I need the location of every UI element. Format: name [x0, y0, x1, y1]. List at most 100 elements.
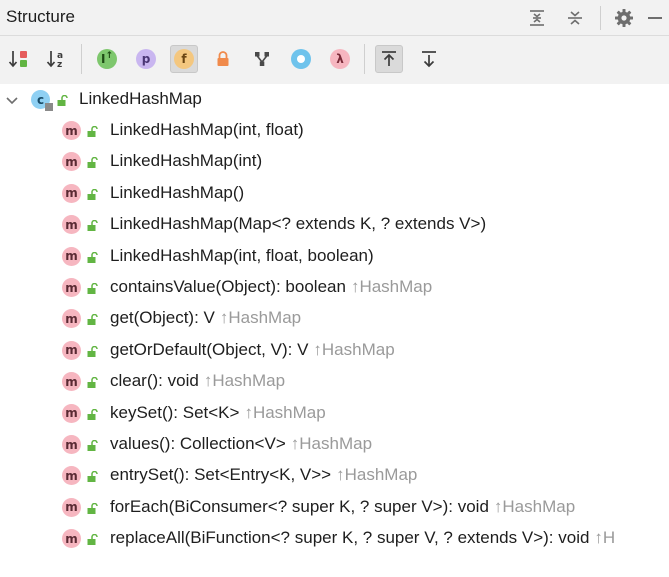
anonymous-class-icon: [291, 49, 311, 69]
inherited-from: ↑HashMap: [493, 496, 576, 516]
autoscroll-to-source-button[interactable]: [375, 45, 403, 73]
inherited-from: ↑HashMap: [219, 308, 302, 328]
sort-alphabetically-button[interactable]: a z: [43, 45, 71, 73]
tree-member-row[interactable]: m entrySet(): Set<Entry<K, V>> ↑HashMap: [0, 460, 669, 491]
tree-member-row[interactable]: m LinkedHashMap(Map<? extends K, ? extend…: [0, 209, 669, 240]
tree-member-row[interactable]: m keySet(): Set<K> ↑HashMap: [0, 398, 669, 429]
method-icon: m: [62, 309, 81, 329]
inherited-from: ↑HashMap: [244, 402, 326, 422]
panel-title: Structure: [6, 7, 75, 26]
member-signature: containsValue(Object): boolean: [110, 277, 346, 296]
tree-member-row[interactable]: m values(): Collection<V> ↑HashMap: [0, 429, 669, 460]
inherited-from: ↑HashMap: [290, 434, 373, 453]
member-signature: get(Object): V: [110, 308, 215, 328]
public-lock-icon: [57, 95, 68, 106]
lock-icon: [217, 51, 229, 66]
public-lock-icon: [87, 377, 98, 389]
settings-gear-icon[interactable]: [613, 7, 635, 29]
hierarchy-icon: [255, 52, 269, 66]
field-icon: f: [174, 49, 194, 69]
class-label: LinkedHashMap: [79, 89, 202, 108]
method-icon: m: [62, 529, 81, 549]
public-lock-icon: [87, 251, 98, 263]
member-signature: LinkedHashMap(Map<? extends K, ? extends…: [110, 214, 487, 234]
toolbar-separator: [364, 44, 365, 74]
method-icon: m: [62, 152, 81, 172]
show-hierarchy-button[interactable]: [248, 45, 276, 73]
show-properties-button[interactable]: p: [132, 45, 160, 73]
tree-member-row[interactable]: m LinkedHashMap(int, float, boolean): [0, 241, 669, 272]
lambda-icon: λ: [330, 49, 350, 69]
member-signature: clear(): void: [110, 371, 199, 391]
scroll-from-source-icon: [422, 51, 436, 68]
tree-member-row[interactable]: m clear(): void ↑HashMap: [0, 366, 669, 397]
scroll-to-source-icon: [382, 51, 396, 66]
method-icon: m: [62, 246, 81, 266]
member-signature: LinkedHashMap(int, float, boolean): [110, 245, 374, 265]
inherited-from: ↑HashMap: [336, 465, 418, 485]
inherited-from: ↑HashMap: [313, 339, 395, 359]
tree-member-row[interactable]: m LinkedHashMap(int): [0, 146, 669, 177]
public-lock-icon: [87, 440, 98, 451]
chevron-down-icon[interactable]: [6, 93, 18, 111]
member-signature: entrySet(): Set<Entry<K, V>>: [110, 465, 332, 485]
method-icon: m: [62, 215, 81, 235]
method-icon: m: [62, 372, 81, 392]
method-icon: m: [62, 340, 81, 360]
method-icon: m: [62, 466, 81, 486]
class-lock-overlay-icon: [45, 103, 53, 111]
method-icon: m: [62, 403, 81, 423]
public-lock-icon: [87, 314, 98, 326]
member-signature: LinkedHashMap(): [110, 182, 245, 202]
sort-visibility-icon: [8, 51, 27, 68]
tree-member-row[interactable]: m replaceAll(BiFunction<? super K, ? supe…: [0, 523, 669, 554]
show-lambdas-button[interactable]: λ: [326, 45, 354, 73]
tree-member-row[interactable]: m LinkedHashMap(): [0, 178, 669, 209]
property-icon: p: [136, 49, 156, 69]
structure-panel-header: Structure: [0, 0, 669, 36]
tree-member-row[interactable]: m getOrDefault(Object, V): V ↑HashMap: [0, 335, 669, 366]
member-signature: replaceAll(BiFunction<? super K, ? super…: [110, 528, 590, 548]
tree-member-row[interactable]: m forEach(BiConsumer<? super K, ? super V…: [0, 492, 669, 523]
public-lock-icon: [87, 220, 98, 232]
tree-member-row[interactable]: m LinkedHashMap(int, float): [0, 115, 669, 146]
member-signature: LinkedHashMap(int, float): [110, 120, 304, 139]
collapse-all-icon[interactable]: [564, 7, 586, 29]
autoscroll-from-source-button[interactable]: [415, 45, 443, 73]
public-lock-icon: [87, 283, 98, 294]
method-icon: m: [62, 497, 81, 517]
show-fields-button[interactable]: f: [170, 45, 198, 73]
toolbar-separator: [81, 44, 82, 74]
tree-root-row[interactable]: c LinkedHashMap: [0, 84, 669, 115]
structure-toolbar: a z I ↑ p f λ: [0, 36, 669, 84]
tree-member-row[interactable]: m get(Object): V ↑HashMap: [0, 303, 669, 334]
public-lock-icon: [87, 345, 98, 357]
show-non-public-button[interactable]: [209, 45, 237, 73]
inherited-from: ↑HashMap: [350, 277, 433, 296]
method-icon: m: [62, 183, 81, 203]
svg-text:z: z: [57, 60, 62, 69]
header-separator: [600, 6, 601, 30]
member-signature: LinkedHashMap(int): [110, 151, 263, 171]
member-signature: forEach(BiConsumer<? super K, ? super V>…: [110, 496, 489, 516]
hide-panel-icon[interactable]: [644, 7, 666, 29]
expand-all-icon[interactable]: [526, 7, 548, 29]
inherited-icon: I ↑: [97, 49, 117, 69]
sort-alphabetically-icon: a z: [46, 51, 63, 69]
public-lock-icon: [87, 188, 98, 200]
public-lock-icon: [87, 126, 98, 137]
method-icon: m: [62, 278, 81, 297]
sort-by-visibility-button[interactable]: [5, 45, 33, 73]
public-lock-icon: [87, 408, 98, 420]
tree-member-row[interactable]: m containsValue(Object): boolean ↑HashMap: [0, 272, 669, 303]
public-lock-icon: [87, 157, 98, 169]
member-signature: keySet(): Set<K>: [110, 402, 240, 422]
inherited-from: ↑H: [594, 528, 616, 548]
show-anonymous-classes-button[interactable]: [287, 45, 315, 73]
show-inherited-button[interactable]: I ↑: [93, 45, 121, 73]
method-icon: m: [62, 435, 81, 454]
public-lock-icon: [87, 471, 98, 483]
public-lock-icon: [87, 502, 98, 514]
inherited-from: ↑HashMap: [203, 371, 286, 391]
method-icon: m: [62, 121, 81, 140]
